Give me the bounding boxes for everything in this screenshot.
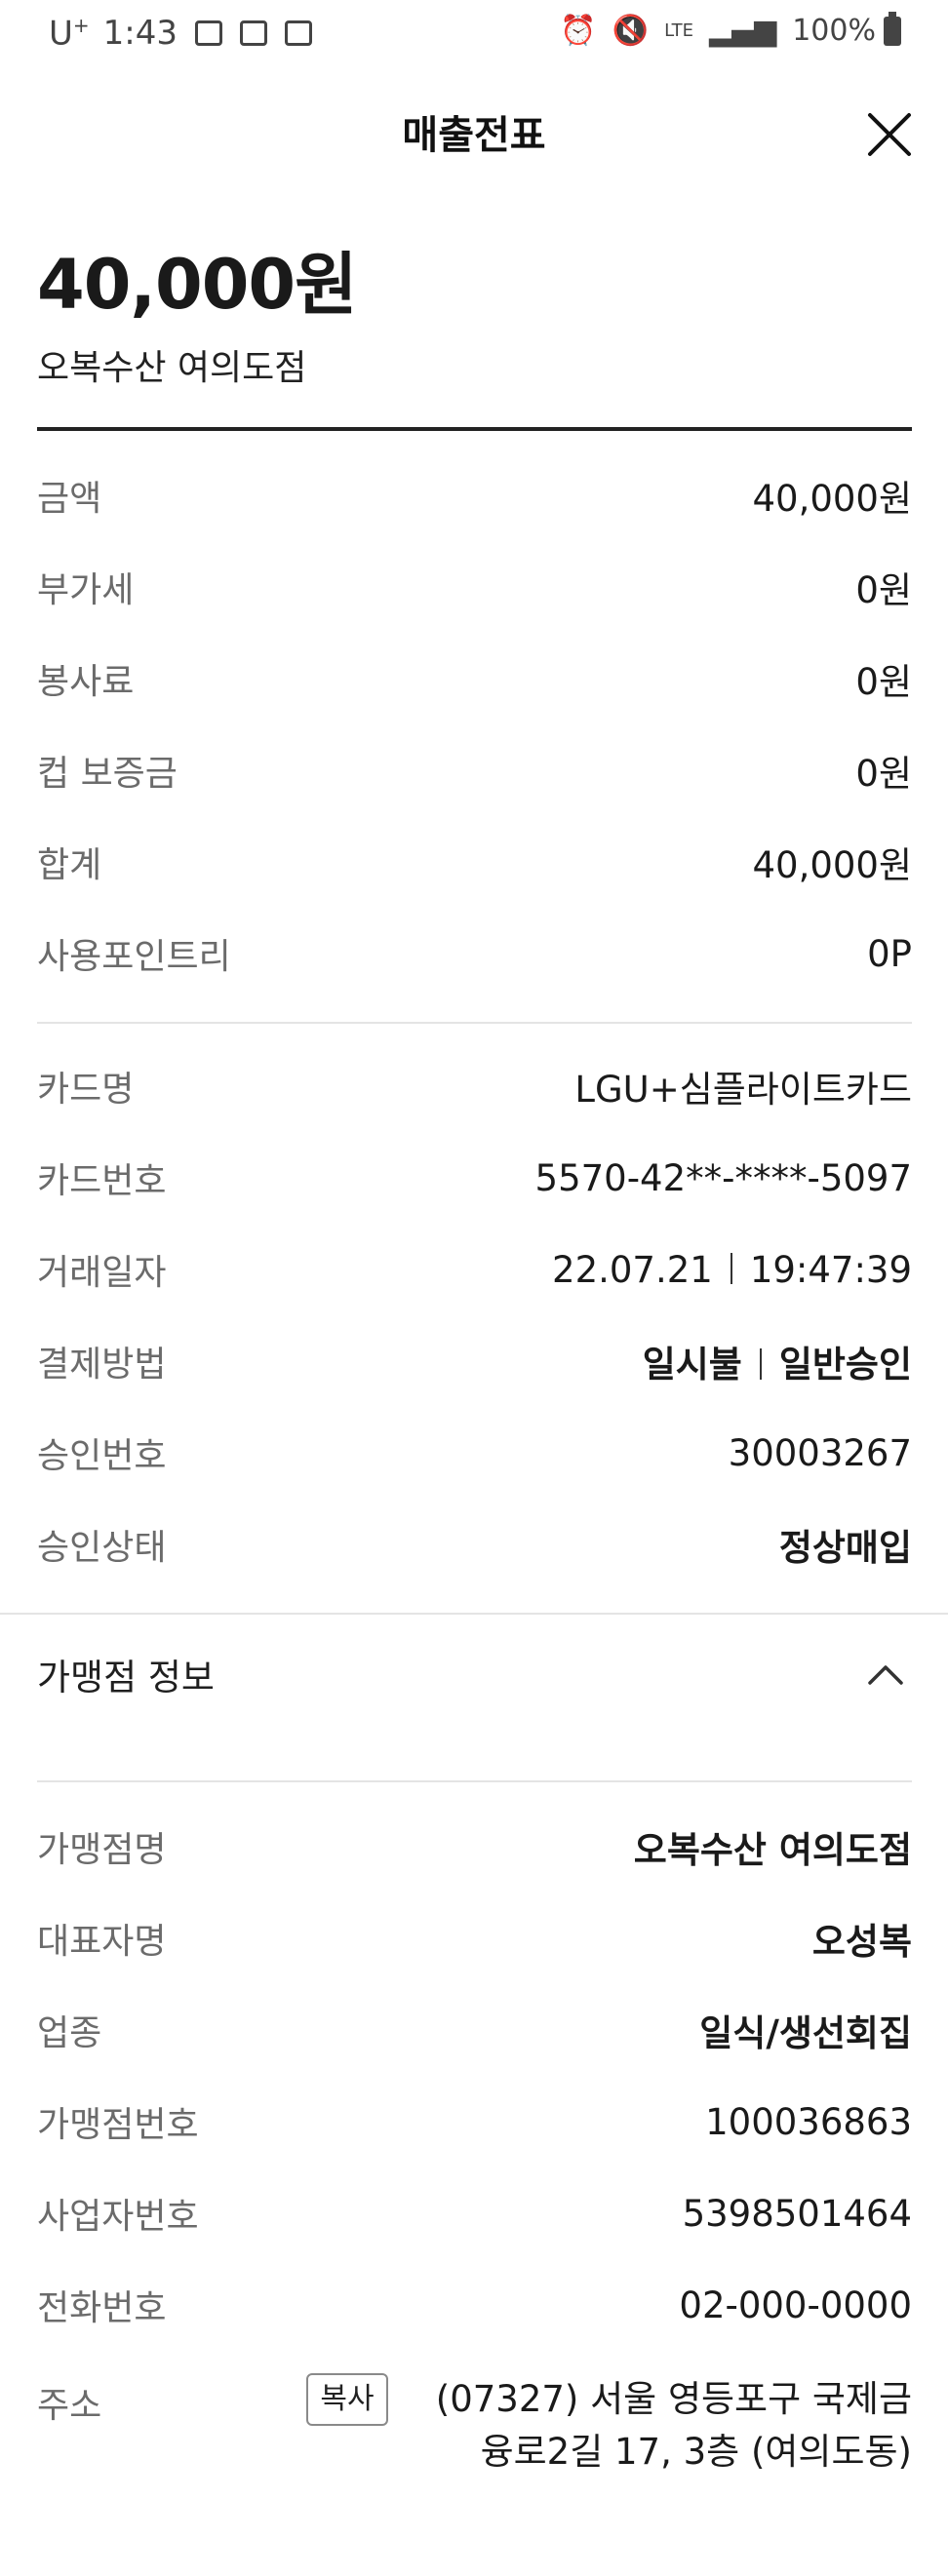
transaction-time: 19:47:39	[749, 1248, 912, 1291]
row-label: 가맹점번호	[37, 2105, 199, 2145]
row-label: 결제방법	[37, 1345, 167, 1385]
row-value: 0원	[855, 753, 912, 795]
points-row: 사용포인트리 0P	[37, 924, 912, 983]
business-type-row: 업종 일식/생선회집	[37, 2001, 912, 2059]
store-name: 오복수산 여의도점	[37, 348, 307, 388]
network-type: LTE	[664, 20, 693, 41]
amount-row: 금액 40,000원	[37, 466, 912, 525]
row-value: 오복수산 여의도점	[633, 1829, 912, 1871]
card-name-row: 카드명 LGU+심플라이트카드	[37, 1057, 912, 1115]
transaction-date-row: 거래일자 22.07.21 19:47:39	[37, 1240, 912, 1299]
battery-percent: 100%	[792, 14, 876, 48]
row-label: 업종	[37, 2013, 102, 2053]
row-label: 대표자명	[37, 1922, 167, 1962]
row-label: 카드명	[37, 1070, 135, 1110]
row-value: 오성복	[811, 1921, 912, 1963]
row-label: 컵 보증금	[37, 754, 178, 794]
payment-method-row: 결제방법 일시불 일반승인	[37, 1332, 912, 1390]
approval-status-row: 승인상태 정상매입	[37, 1515, 912, 1574]
row-label: 부가세	[37, 570, 135, 610]
business-number-row: 사업자번호 5398501464	[37, 2184, 912, 2243]
row-label: 카드번호	[37, 1161, 167, 1201]
copy-address-button[interactable]: 복사	[306, 2373, 388, 2426]
clock-app-icon	[240, 20, 268, 47]
row-label: 전화번호	[37, 2288, 167, 2328]
row-label: 합계	[37, 845, 102, 885]
row-label: 금액	[37, 479, 102, 519]
status-bar: U+ 1:43 ⏰ 🔇 LTE ▂▄▆ 100%	[0, 0, 948, 70]
divider	[0, 1613, 948, 1615]
chevron-up-icon[interactable]	[864, 1656, 907, 1695]
approval-number-row: 승인번호 30003267	[37, 1424, 912, 1482]
total-row: 합계 40,000원	[37, 833, 912, 891]
divider	[37, 1022, 912, 1024]
row-value: 일식/생선회집	[699, 2012, 912, 2054]
row-label: 사업자번호	[37, 2197, 199, 2237]
row-value: 40,000원	[752, 844, 912, 886]
separator	[730, 1253, 732, 1284]
mute-icon: 🔇	[612, 14, 650, 48]
gallery-icon	[195, 20, 223, 47]
vat-row: 부가세 0원	[37, 558, 912, 616]
row-label: 승인상태	[37, 1528, 167, 1568]
row-value: 22.07.21 19:47:39	[552, 1249, 912, 1291]
page-title: 매출전표	[402, 113, 546, 158]
row-value: 0P	[867, 932, 912, 975]
row-label: 주소	[37, 2386, 102, 2426]
approval-type: 일반승인	[778, 1344, 912, 1386]
transaction-date: 22.07.21	[552, 1248, 713, 1291]
separator	[759, 1347, 762, 1380]
row-value: 02-000-0000	[679, 2283, 912, 2326]
row-label: 가맹점명	[37, 1830, 167, 1870]
row-label: 거래일자	[37, 1253, 167, 1293]
row-value: 일시불 일반승인	[643, 1335, 912, 1387]
close-icon[interactable]	[864, 109, 915, 160]
phone-row: 전화번호 02-000-0000	[37, 2276, 912, 2334]
signal-icon: ▂▄▆	[709, 14, 777, 48]
row-label: 봉사료	[37, 662, 135, 702]
row-value: 5398501464	[682, 2192, 912, 2235]
row-value: 0원	[855, 569, 912, 611]
representative-row: 대표자명 오성복	[37, 1909, 912, 1968]
status-bar-left: U+ 1:43	[49, 14, 313, 54]
carrier-label: U+	[49, 14, 90, 54]
row-value: 5570-42**-****-5097	[534, 1156, 912, 1199]
alarm-icon: ⏰	[560, 14, 597, 48]
address-row: 주소 복사 (07327) 서울 영등포구 국제금융로2길 17, 3층 (여의…	[37, 2369, 912, 2486]
row-value: 100036863	[705, 2100, 912, 2143]
address-value: (07327) 서울 영등포구 국제금융로2길 17, 3층 (여의도동)	[435, 2378, 912, 2473]
header: 매출전표	[0, 90, 948, 168]
divider	[37, 1780, 912, 1782]
cup-deposit-row: 컵 보증금 0원	[37, 741, 912, 800]
installment-type: 일시불	[642, 1344, 742, 1386]
clock-time: 1:43	[102, 14, 178, 54]
merchant-number-row: 가맹점번호 100036863	[37, 2092, 912, 2151]
row-value: 30003267	[728, 1431, 912, 1474]
section-title: 가맹점 정보	[37, 1657, 215, 1698]
status-bar-right: ⏰ 🔇 LTE ▂▄▆ 100%	[544, 11, 901, 48]
merchant-name-row: 가맹점명 오복수산 여의도점	[37, 1817, 912, 1876]
merchant-info-toggle[interactable]: 가맹점 정보	[0, 1619, 948, 1736]
card-number-row: 카드번호 5570-42**-****-5097	[37, 1149, 912, 1207]
row-value: 40,000원	[752, 478, 912, 520]
row-label: 승인번호	[37, 1436, 167, 1476]
service-fee-row: 봉사료 0원	[37, 649, 912, 708]
row-value: LGU+심플라이트카드	[574, 1069, 912, 1111]
row-value: 정상매입	[778, 1527, 912, 1569]
row-value: 0원	[855, 661, 912, 703]
back-notification-icon	[285, 20, 313, 47]
row-label: 사용포인트리	[37, 937, 231, 977]
battery-icon	[884, 11, 901, 46]
total-amount: 40,000원	[37, 245, 358, 325]
divider	[37, 427, 912, 431]
